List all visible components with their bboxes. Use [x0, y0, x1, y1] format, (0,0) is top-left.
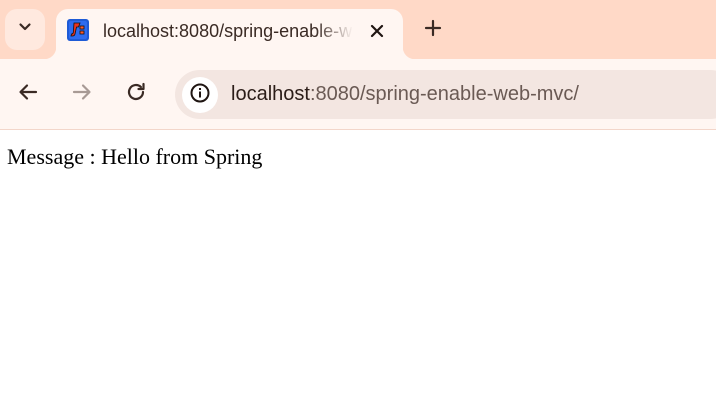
tab-strip: localhost:8080/spring-enable-web-mvc/ — [0, 0, 716, 59]
back-button[interactable] — [11, 77, 45, 111]
arrow-right-icon — [71, 81, 93, 108]
active-tab[interactable]: localhost:8080/spring-enable-web-mvc/ — [44, 9, 415, 59]
address-bar[interactable]: localhost:8080/spring-enable-web-mvc/ — [175, 70, 716, 119]
browser-window: localhost:8080/spring-enable-web-mvc/ — [0, 0, 716, 398]
site-info-button[interactable] — [182, 77, 218, 113]
url-text[interactable]: localhost:8080/spring-enable-web-mvc/ — [231, 83, 579, 106]
page-content: Message : Hello from Spring — [0, 130, 716, 398]
toolbar: localhost:8080/spring-enable-web-mvc/ — [0, 59, 716, 130]
forward-button[interactable] — [65, 77, 99, 111]
reload-icon — [125, 81, 147, 108]
arrow-left-icon — [17, 81, 39, 108]
url-path: :8080/spring-enable-web-mvc/ — [309, 83, 579, 105]
app-favicon-icon — [67, 19, 89, 41]
chevron-down-icon — [17, 19, 33, 40]
close-icon[interactable] — [366, 20, 388, 42]
reload-button[interactable] — [119, 77, 153, 111]
tab-title: localhost:8080/spring-enable-web-mvc/ — [103, 21, 353, 41]
plus-icon — [424, 19, 442, 42]
new-tab-button[interactable] — [418, 15, 448, 45]
message-text: Message : Hello from Spring — [7, 144, 263, 169]
url-host: localhost — [231, 83, 310, 105]
info-icon — [189, 82, 211, 109]
tab-search-button[interactable] — [5, 9, 45, 50]
